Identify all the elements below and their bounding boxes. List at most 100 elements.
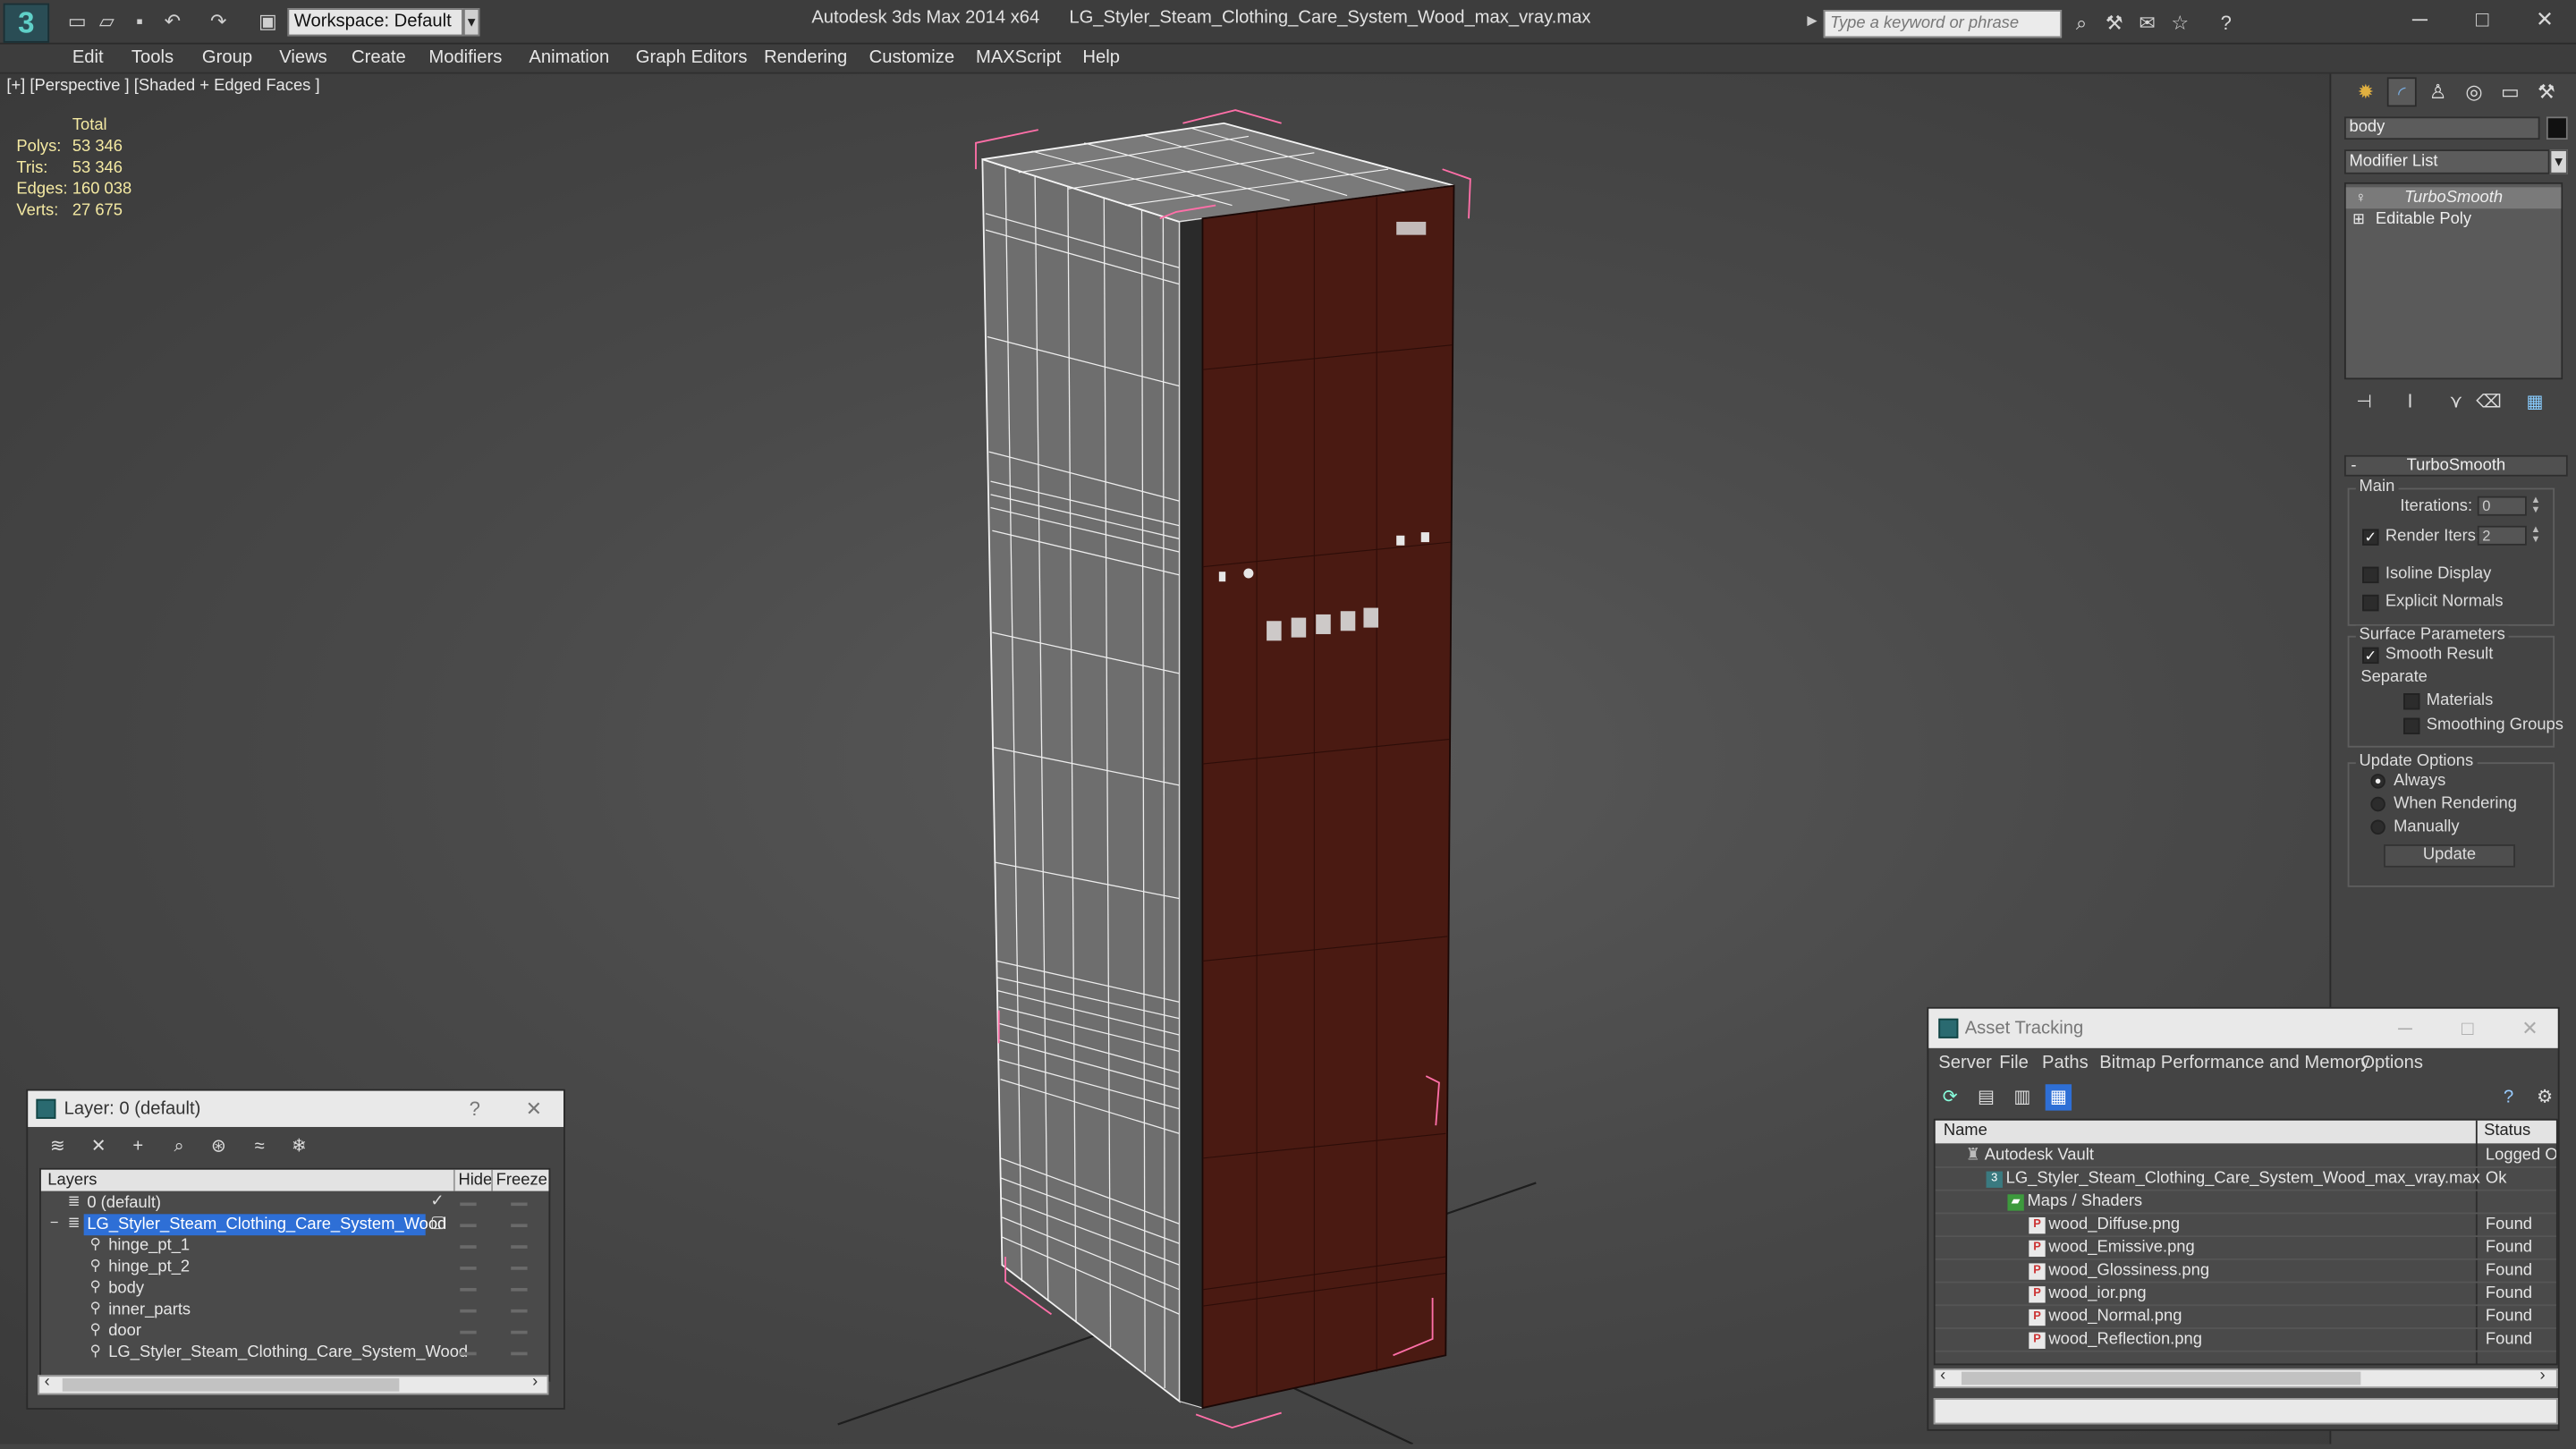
hide-toggle[interactable] bbox=[460, 1352, 477, 1356]
close-icon[interactable]: ✕ bbox=[518, 1091, 551, 1127]
utilities-tab-icon[interactable]: ⚒ bbox=[2531, 77, 2561, 106]
freeze-toggle[interactable] bbox=[511, 1267, 528, 1270]
set-current-box-icon[interactable]: ▢ bbox=[430, 1214, 446, 1232]
asset-path-field[interactable] bbox=[1933, 1398, 2558, 1425]
settings-icon[interactable]: ⚙ bbox=[2531, 1084, 2557, 1110]
hide-toggle[interactable] bbox=[460, 1245, 477, 1249]
hide-toggle[interactable] bbox=[460, 1330, 477, 1335]
hierarchy-tab-icon[interactable]: ♙ bbox=[2423, 77, 2453, 106]
chevron-down-icon[interactable]: ▼ bbox=[462, 8, 480, 37]
spinner-arrows-icon[interactable]: ▲ ▼ bbox=[2530, 496, 2542, 516]
redo-icon[interactable]: ↷ bbox=[207, 10, 230, 33]
refresh-icon[interactable]: ⟳ bbox=[1936, 1084, 1962, 1110]
freeze-toggle[interactable] bbox=[511, 1245, 528, 1249]
scroll-left-icon[interactable]: ‹ bbox=[45, 1373, 50, 1391]
scrollbar-thumb[interactable] bbox=[62, 1377, 400, 1392]
update-button[interactable]: Update bbox=[2384, 844, 2515, 868]
spinner-arrows-icon[interactable]: ▲ ▼ bbox=[2530, 526, 2542, 546]
freeze-toggle[interactable] bbox=[511, 1202, 528, 1207]
menu-customize[interactable]: Customize bbox=[869, 47, 954, 67]
materials-checkbox[interactable] bbox=[2403, 693, 2420, 710]
asset-horizontal-scrollbar[interactable]: ‹ › bbox=[1933, 1367, 2558, 1389]
col-hide[interactable]: Hide bbox=[453, 1169, 492, 1191]
new-file-icon[interactable]: ▭ bbox=[65, 10, 89, 33]
minimize-icon[interactable]: ─ bbox=[2380, 1009, 2429, 1048]
asset-row[interactable]: 3 LG_Styler_Steam_Clothing_Care_System_W… bbox=[1935, 1168, 2556, 1191]
menu-server[interactable]: Server bbox=[1938, 1053, 1992, 1072]
iterations-spinner[interactable]: 0 bbox=[2477, 496, 2527, 516]
always-radio[interactable] bbox=[2370, 774, 2385, 789]
remove-modifier-icon[interactable]: ⌫ bbox=[2476, 389, 2502, 415]
asset-row[interactable]: P wood_Glossiness.png Found bbox=[1935, 1260, 2556, 1284]
pin-stack-icon[interactable]: ⊣ bbox=[2351, 389, 2377, 415]
add-to-layer-icon[interactable]: + bbox=[125, 1133, 151, 1159]
grid-view-icon[interactable]: ▦ bbox=[2045, 1084, 2072, 1111]
menu-options[interactable]: Options bbox=[2360, 1053, 2423, 1072]
delete-layer-icon[interactable]: ✕ bbox=[86, 1133, 112, 1159]
freeze-toggle[interactable] bbox=[511, 1309, 528, 1313]
layer-row[interactable]: − ≣ LG_Styler_Steam_Clothing_Care_System… bbox=[41, 1214, 549, 1236]
modifier-list-dropdown[interactable]: Modifier List bbox=[2343, 149, 2550, 174]
layer-row[interactable]: ⚲ door bbox=[41, 1321, 549, 1343]
asset-row[interactable]: P wood_Diffuse.png Found bbox=[1935, 1214, 2556, 1238]
hide-toggle[interactable] bbox=[460, 1224, 477, 1228]
menu-views[interactable]: Views bbox=[279, 47, 327, 67]
menu-bitmap-performance[interactable]: Bitmap Performance and Memory bbox=[2099, 1053, 2369, 1072]
collapse-icon[interactable]: - bbox=[2351, 457, 2356, 475]
create-layer-icon[interactable]: ≋ bbox=[45, 1133, 71, 1159]
asset-row[interactable]: P wood_Normal.png Found bbox=[1935, 1306, 2556, 1329]
col-status[interactable]: Status bbox=[2484, 1121, 2530, 1144]
close-icon[interactable]: ✕ bbox=[2505, 1009, 2555, 1048]
menu-tools[interactable]: Tools bbox=[131, 47, 174, 67]
smooth-result-checkbox[interactable]: ✓ bbox=[2362, 647, 2379, 665]
stack-item-turbosmooth[interactable]: ♀ TurboSmooth bbox=[2345, 187, 2562, 209]
hide-toggle[interactable] bbox=[460, 1267, 477, 1270]
menu-group[interactable]: Group bbox=[202, 47, 252, 67]
help-button[interactable]: ? bbox=[458, 1091, 491, 1127]
close-icon[interactable]: ✕ bbox=[2520, 5, 2569, 38]
hide-toggle[interactable] bbox=[460, 1309, 477, 1313]
layer-row[interactable]: ⚲ LG_Styler_Steam_Clothing_Care_System_W… bbox=[41, 1343, 549, 1364]
menu-maxscript[interactable]: MAXScript bbox=[976, 47, 1061, 67]
play-icon[interactable]: ▶ bbox=[1807, 13, 1820, 33]
workspace-select[interactable]: Workspace: Default bbox=[287, 8, 463, 37]
asset-row[interactable]: P wood_Reflection.png Found bbox=[1935, 1329, 2556, 1352]
freeze-toggle[interactable] bbox=[511, 1330, 528, 1335]
save-icon[interactable]: ▪ bbox=[128, 10, 151, 33]
object-color-swatch[interactable] bbox=[2546, 116, 2568, 140]
configure-modifier-sets-icon[interactable]: ▦ bbox=[2521, 389, 2547, 415]
menu-graph-editors[interactable]: Graph Editors bbox=[636, 47, 748, 67]
minimize-icon[interactable]: ─ bbox=[2395, 5, 2445, 38]
menu-create[interactable]: Create bbox=[352, 47, 406, 67]
asset-row[interactable]: ▰ Maps / Shaders bbox=[1935, 1191, 2556, 1215]
hide-toggle[interactable] bbox=[460, 1287, 477, 1292]
open-file-icon[interactable]: ▱ bbox=[96, 10, 119, 33]
menu-modifiers[interactable]: Modifiers bbox=[428, 47, 502, 67]
search-input[interactable]: Type a keyword or phrase bbox=[1823, 10, 2063, 38]
when-rendering-radio[interactable] bbox=[2370, 796, 2385, 812]
binoculars-icon[interactable]: ⌕ bbox=[2070, 12, 2093, 35]
freeze-toggle[interactable] bbox=[511, 1224, 528, 1228]
help-icon[interactable]: ? bbox=[2496, 1084, 2521, 1110]
chevron-down-icon[interactable]: ▼ bbox=[2549, 149, 2568, 174]
layer-row[interactable]: ⚲ hinge_pt_1 bbox=[41, 1235, 549, 1257]
maximize-icon[interactable]: □ bbox=[2458, 5, 2507, 38]
highlight-layer-icon[interactable]: ⊛ bbox=[206, 1133, 232, 1159]
freeze-toggle[interactable] bbox=[511, 1287, 528, 1292]
help-icon[interactable]: ? bbox=[2215, 12, 2238, 35]
maximize-icon[interactable]: □ bbox=[2443, 1009, 2492, 1048]
layer-row[interactable]: ⚲ hinge_pt_2 bbox=[41, 1257, 549, 1278]
menu-help[interactable]: Help bbox=[1082, 47, 1120, 67]
display-tab-icon[interactable]: ▭ bbox=[2496, 77, 2525, 106]
freeze-toggle[interactable] bbox=[511, 1352, 528, 1356]
turbosmooth-rollout-header[interactable]: - TurboSmooth bbox=[2343, 454, 2568, 477]
manually-radio[interactable] bbox=[2370, 819, 2385, 835]
motion-tab-icon[interactable]: ◎ bbox=[2460, 77, 2489, 106]
menu-rendering[interactable]: Rendering bbox=[764, 47, 847, 67]
tools-icon[interactable]: ⚒ bbox=[2103, 12, 2126, 35]
asset-row[interactable]: P wood_ior.png Found bbox=[1935, 1283, 2556, 1307]
explicit-normals-checkbox[interactable] bbox=[2362, 594, 2379, 612]
make-unique-icon[interactable]: ⋎ bbox=[2443, 389, 2469, 415]
expand-icon[interactable]: ⊞ bbox=[2352, 210, 2368, 226]
isoline-display-checkbox[interactable] bbox=[2362, 566, 2379, 584]
